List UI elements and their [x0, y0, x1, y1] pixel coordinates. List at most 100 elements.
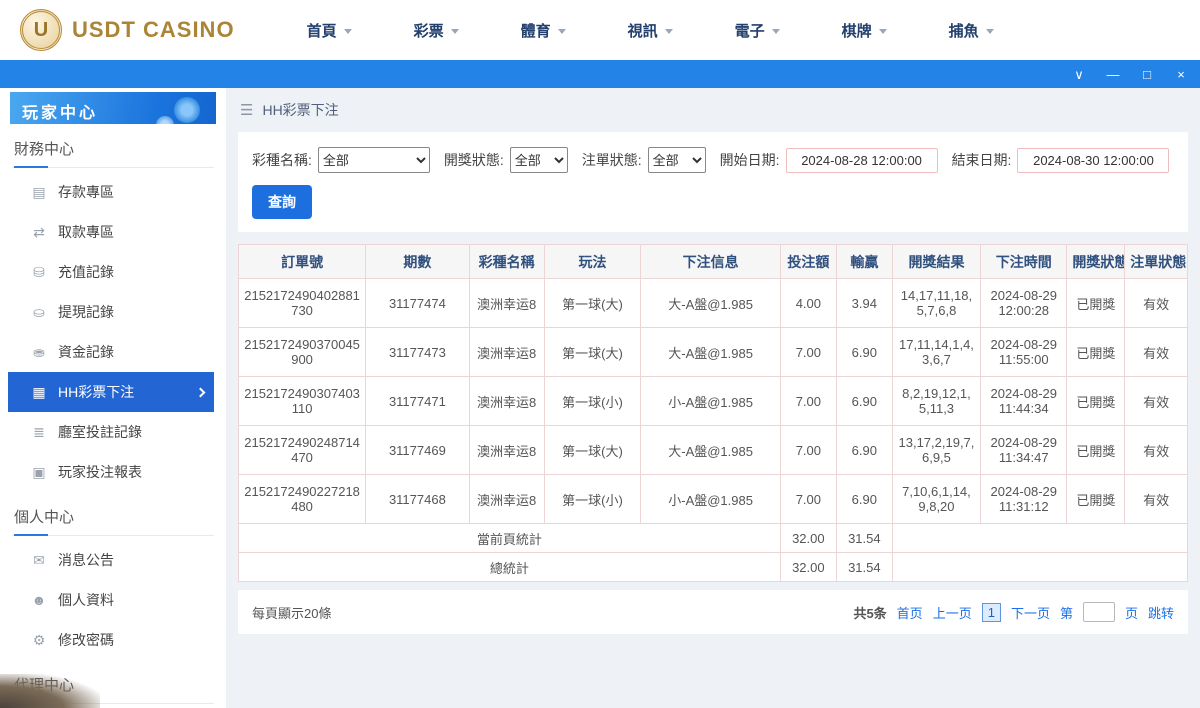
column-header: 開獎狀態 — [1067, 245, 1125, 279]
sidebar-item-recharge-record[interactable]: ⛁ 充值記錄 — [8, 252, 214, 292]
section-title-finance: 財務中心 — [12, 124, 214, 168]
jump-button[interactable]: 跳转 — [1148, 603, 1174, 622]
draw-status-select-label: 開獎狀態: — [444, 150, 504, 170]
cell-period: 31177469 — [366, 426, 469, 475]
cell-bet-info: 小-A盤@1.985 — [641, 377, 781, 426]
cell-play-type: 第一球(大) — [544, 279, 641, 328]
sidebar-item-icon: ⛀ — [30, 304, 48, 321]
table-body: 2152172490402881730 31177474 澳洲幸运8 第一球(大… — [239, 279, 1188, 524]
start-date-label: 開始日期: — [720, 150, 780, 170]
start-date-input[interactable] — [786, 148, 938, 173]
cell-order-number: 2152172490307403110 — [239, 377, 366, 426]
cell-draw-result: 17,11,14,1,4,3,6,7 — [892, 328, 980, 377]
nav-item-label: 捕魚 — [949, 20, 979, 41]
cell-bet-amount: 7.00 — [780, 475, 836, 524]
cell-period: 31177473 — [366, 328, 469, 377]
app-body: 玩家中心 PLAYERS CENTER 財務中心 ▤ 存款專區 ⇄ 取款專區 ⛁ — [0, 88, 1200, 708]
order-status-select[interactable]: 全部 — [648, 147, 706, 173]
logo-letter: U — [34, 19, 48, 42]
window-close-button[interactable]: × — [1174, 68, 1188, 81]
goto-page-prefix: 第 — [1060, 603, 1073, 622]
sidebar-item-label: 修改密碼 — [58, 630, 114, 650]
nav-item-home[interactable]: 首頁 — [307, 20, 352, 41]
cell-order-number: 2152172490370045900 — [239, 328, 366, 377]
nav-item-live-video[interactable]: 視訊 — [628, 20, 673, 41]
sidebar-item-funds-record[interactable]: ⛂ 資金記錄 — [8, 332, 214, 372]
column-header: 下注信息 — [641, 245, 781, 279]
current-page-indicator[interactable]: 1 — [982, 603, 1001, 622]
cell-period: 31177471 — [366, 377, 469, 426]
total-summary-empty — [892, 553, 1187, 582]
cell-draw-status: 已開獎 — [1067, 279, 1125, 328]
sidebar-item-hh-lottery-bets[interactable]: ▦ HH彩票下注 — [8, 372, 214, 412]
cell-draw-result: 7,10,6,1,14,9,8,20 — [892, 475, 980, 524]
page-jump-input[interactable] — [1083, 602, 1115, 622]
cell-lottery-name: 澳洲幸运8 — [469, 377, 544, 426]
sidebar-item-icon: ⛂ — [30, 344, 48, 361]
page-summary-empty — [892, 524, 1187, 553]
lottery-select[interactable]: 全部 — [318, 147, 430, 173]
brand-logo[interactable]: U USDT CASINO — [20, 9, 235, 51]
sidebar-item-profile[interactable]: ☻ 個人資料 — [8, 580, 214, 620]
sidebar-item-label: 玩家投注報表 — [58, 462, 142, 482]
nav-item-lottery[interactable]: 彩票 — [414, 20, 459, 41]
nav-item-fishing[interactable]: 捕魚 — [949, 20, 994, 41]
sidebar-item-announcements[interactable]: ✉ 消息公告 — [8, 540, 214, 580]
finance-menu: ▤ 存款專區 ⇄ 取款專區 ⛁ 充值記錄 ⛀ 提現記錄 ⛂ — [0, 172, 226, 492]
window-collapse-button[interactable]: ∨ — [1072, 68, 1086, 81]
sidebar-item-deposit[interactable]: ▤ 存款專區 — [8, 172, 214, 212]
nav-item-sports[interactable]: 體育 — [521, 20, 566, 41]
cell-play-type: 第一球(大) — [544, 328, 641, 377]
filter-panel: 彩種名稱: 全部 開獎狀態: 全部 注單狀態: 全部 開始日期: 結束日期: — [238, 132, 1188, 232]
hamburger-menu-icon[interactable]: ☰ — [240, 101, 253, 119]
chevron-down-icon — [344, 29, 352, 34]
bets-table: 訂單號期數彩種名稱玩法下注信息投注額輸贏開獎結果下注時間開獎狀態注單狀態 215… — [238, 244, 1188, 582]
sidebar-item-icon: ⚙ — [30, 632, 48, 649]
table-summary: 當前頁統計 32.00 31.54 總統計 32.00 31.54 — [239, 524, 1188, 582]
cell-win-loss: 6.90 — [836, 426, 892, 475]
cell-order-status: 有效 — [1125, 475, 1188, 524]
cell-draw-result: 14,17,11,18,5,7,6,8 — [892, 279, 980, 328]
sidebar-item-player-bet-report[interactable]: ▣ 玩家投注報表 — [8, 452, 214, 492]
page-title: HH彩票下注 — [262, 100, 338, 120]
sidebar-item-icon: ▦ — [30, 384, 48, 401]
window-maximize-button[interactable]: □ — [1140, 68, 1154, 81]
sidebar-item-label: 存款專區 — [58, 182, 114, 202]
window-minimize-button[interactable]: — — [1106, 68, 1120, 81]
window-titlebar: ∨ — □ × — [0, 60, 1200, 88]
sidebar-item-change-password[interactable]: ⚙ 修改密碼 — [8, 620, 214, 660]
nav-item-label: 電子 — [735, 20, 765, 41]
draw-status-select[interactable]: 全部 — [510, 147, 568, 173]
nav-item-slots[interactable]: 電子 — [735, 20, 780, 41]
first-page-link[interactable]: 首页 — [897, 603, 923, 622]
cell-bet-time: 2024-08-29 11:34:47 — [981, 426, 1067, 475]
breadcrumb: ☰ HH彩票下注 — [238, 88, 1188, 132]
nav-item-label: 首頁 — [307, 20, 337, 41]
search-button[interactable]: 查詢 — [252, 185, 312, 219]
cell-win-loss: 6.90 — [836, 328, 892, 377]
prev-page-link[interactable]: 上一页 — [933, 603, 972, 622]
column-header: 開獎結果 — [892, 245, 980, 279]
casino-chip-decoration — [174, 97, 200, 123]
cell-lottery-name: 澳洲幸运8 — [469, 475, 544, 524]
main-content: ☰ HH彩票下注 彩種名稱: 全部 開獎狀態: 全部 注單狀態: 全部 — [226, 88, 1200, 708]
sidebar-item-withdrawal-record[interactable]: ⛀ 提現記錄 — [8, 292, 214, 332]
sidebar: 玩家中心 PLAYERS CENTER 財務中心 ▤ 存款專區 ⇄ 取款專區 ⛁ — [0, 88, 226, 708]
sidebar-item-room-bet-record[interactable]: ≣ 廳室投註記錄 — [8, 412, 214, 452]
cell-draw-status: 已開獎 — [1067, 377, 1125, 426]
column-header: 輸贏 — [836, 245, 892, 279]
nav-item-card-games[interactable]: 棋牌 — [842, 20, 887, 41]
sidebar-item-withdraw[interactable]: ⇄ 取款專區 — [8, 212, 214, 252]
sidebar-item-icon: ☻ — [30, 592, 48, 608]
end-date-input[interactable] — [1017, 148, 1169, 173]
cell-bet-info: 大-A盤@1.985 — [641, 279, 781, 328]
cell-bet-amount: 7.00 — [780, 328, 836, 377]
nav-item-label: 彩票 — [414, 20, 444, 41]
next-page-link[interactable]: 下一页 — [1011, 603, 1050, 622]
table-row: 2152172490227218480 31177468 澳洲幸运8 第一球(小… — [239, 475, 1188, 524]
column-header: 投注額 — [780, 245, 836, 279]
main-nav: 首頁 彩票 體育 視訊 電子 棋牌 捕魚 — [307, 20, 994, 41]
order-status-select-label: 注單狀態: — [582, 150, 642, 170]
total-summary-label: 總統計 — [239, 553, 781, 582]
section-title-agent: 代理中心 — [12, 660, 214, 704]
